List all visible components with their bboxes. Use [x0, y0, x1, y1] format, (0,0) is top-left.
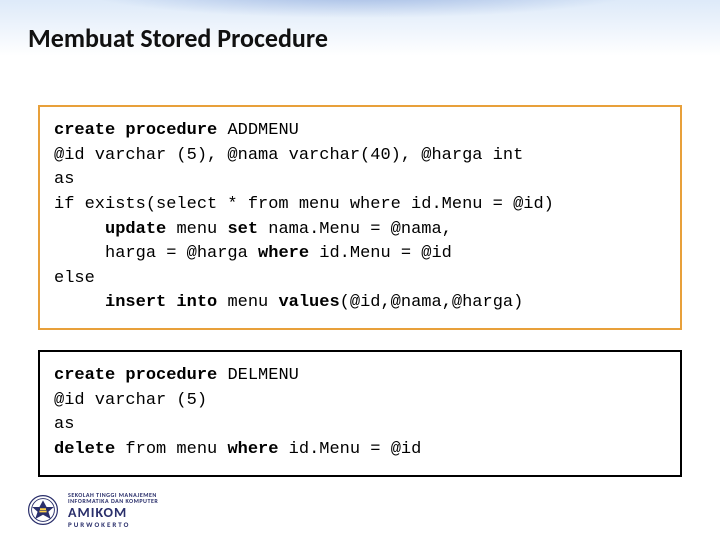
- kw-set: set: [227, 220, 268, 239]
- kw-delete: delete: [54, 440, 125, 459]
- code-block-delmenu: create procedure DELMENU @id varchar (5)…: [38, 350, 682, 477]
- code-line: @id varchar (5), @nama varchar(40), @har…: [54, 146, 523, 165]
- indent: [54, 220, 105, 239]
- footer-text: SEKOLAH TINGGI MANAJEMEN INFORMATIKA DAN…: [68, 492, 158, 528]
- code-text: harga = @harga: [54, 244, 258, 263]
- code-line: @id varchar (5): [54, 391, 207, 410]
- kw-update: update: [105, 220, 176, 239]
- kw-insert-into: insert into: [105, 293, 227, 312]
- code-line: as: [54, 170, 74, 189]
- kw-values: values: [278, 293, 339, 312]
- code-text: (@id,@nama,@harga): [340, 293, 524, 312]
- kw-where: where: [227, 440, 288, 459]
- code-line: else: [54, 269, 95, 288]
- code-text: from menu: [125, 440, 227, 459]
- code-block-addmenu: create procedure ADDMENU @id varchar (5)…: [38, 105, 682, 330]
- footer-city: PURWOKERTO: [68, 521, 158, 528]
- kw-create-procedure: create procedure: [54, 121, 227, 140]
- code-line: as: [54, 415, 74, 434]
- code-text: id.Menu = @id: [319, 244, 452, 263]
- amikom-logo-icon: [28, 495, 58, 525]
- proc-name: ADDMENU: [227, 121, 298, 140]
- footer: SEKOLAH TINGGI MANAJEMEN INFORMATIKA DAN…: [28, 492, 158, 528]
- kw-where: where: [258, 244, 319, 263]
- indent: [54, 293, 105, 312]
- kw-create-procedure: create procedure: [54, 366, 227, 385]
- footer-brand: AMIKOM: [68, 506, 158, 520]
- code-text: id.Menu = @id: [289, 440, 422, 459]
- page-title: Membuat Stored Procedure: [28, 22, 328, 54]
- proc-name: DELMENU: [227, 366, 298, 385]
- code-text: nama.Menu = @nama,: [268, 220, 452, 239]
- code-text: menu: [227, 293, 278, 312]
- code-line: if exists(select * from menu where id.Me…: [54, 195, 554, 214]
- code-text: menu: [176, 220, 227, 239]
